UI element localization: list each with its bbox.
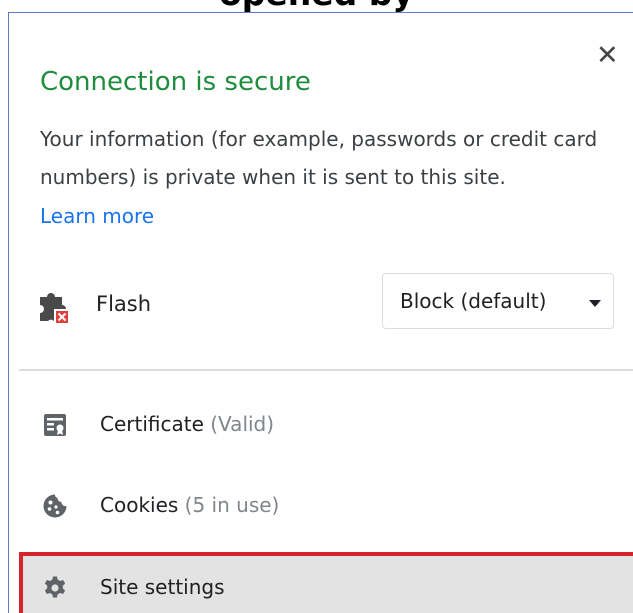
- certificate-status: (Valid): [210, 412, 275, 436]
- connection-status-title: Connection is secure: [40, 67, 311, 97]
- site-settings-label: Site settings: [100, 575, 225, 599]
- learn-more-link[interactable]: Learn more: [40, 199, 154, 233]
- site-info-popup: ✕ Connection is secure Your information …: [8, 12, 633, 613]
- puzzle-plugin-blocked-icon: [40, 293, 69, 324]
- permission-row-flash: Flash Block (default): [9, 268, 633, 338]
- close-button[interactable]: ✕: [596, 40, 619, 71]
- certificate-icon: [44, 414, 66, 436]
- permission-label: Flash: [96, 292, 152, 316]
- dropdown-arrow-icon: [589, 300, 601, 307]
- section-divider: [19, 369, 633, 371]
- cookie-icon: [43, 494, 67, 518]
- close-icon[interactable]: ✕: [596, 40, 619, 71]
- cookies-count: (5 in use): [184, 493, 280, 517]
- site-settings-item[interactable]: Site settings: [19, 552, 633, 613]
- flash-permission-select[interactable]: Block (default): [382, 273, 614, 329]
- connection-description: Your information (for example, passwords…: [40, 127, 598, 189]
- gear-icon: [44, 576, 66, 598]
- certificate-label: Certificate (Valid): [100, 412, 275, 436]
- cookies-item[interactable]: Cookies (5 in use): [19, 471, 633, 541]
- certificate-item[interactable]: Certificate (Valid): [19, 390, 633, 460]
- cookies-label: Cookies (5 in use): [100, 493, 280, 517]
- select-value: Block (default): [400, 289, 547, 313]
